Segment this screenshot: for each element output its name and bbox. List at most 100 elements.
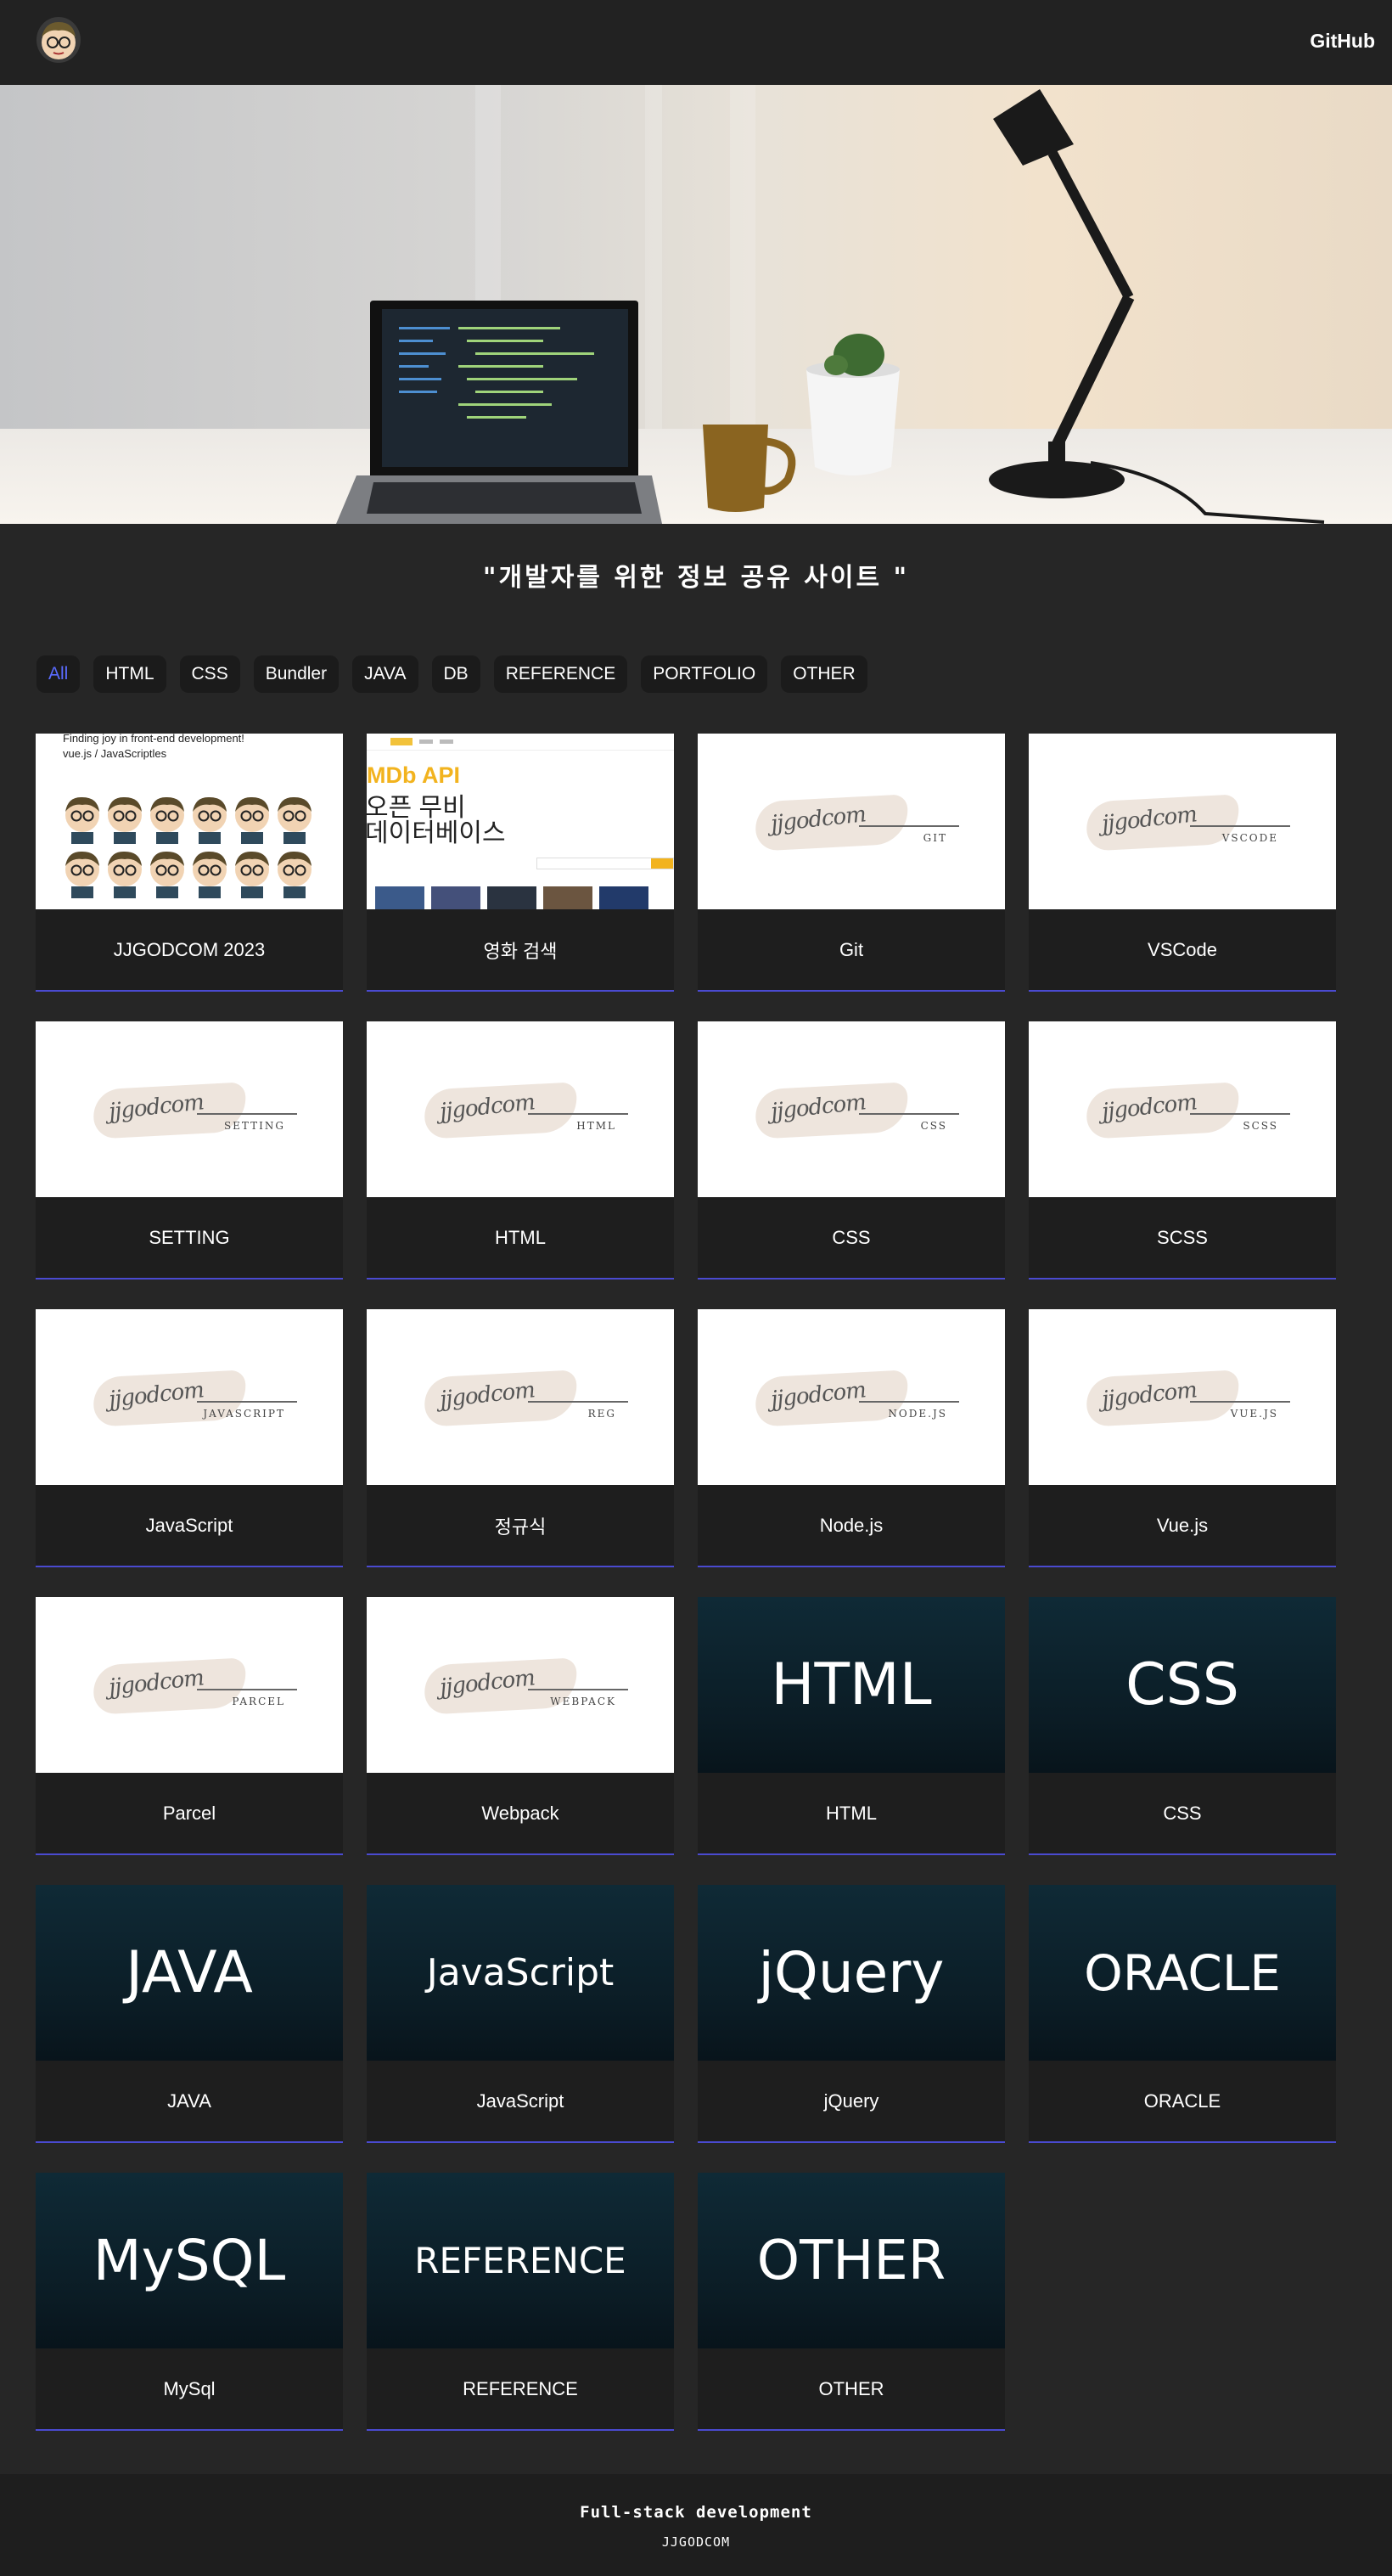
- card-title: HTML: [367, 1197, 674, 1280]
- signature-logo: jjgodcom JAVASCRIPT: [36, 1309, 343, 1485]
- footer-slogan: Full-stack development: [580, 2503, 812, 2522]
- thumbnail-big-text: CSS: [1125, 1651, 1239, 1718]
- thumbnail-heading: Finding joy in front-end development!: [63, 734, 244, 745]
- project-card[interactable]: jjgodcom GIT Git: [698, 734, 1005, 992]
- thumbnail-big-text: HTML: [771, 1651, 932, 1718]
- footer-brand: JJGODCOM: [661, 2534, 731, 2550]
- card-thumbnail: REFERENCE: [367, 2173, 674, 2348]
- project-card[interactable]: jjgodcom PARCEL Parcel: [36, 1597, 343, 1855]
- filter-java[interactable]: JAVA: [352, 655, 418, 693]
- signature-label: PARCEL: [232, 1696, 285, 1707]
- card-title: ORACLE: [1029, 2061, 1336, 2143]
- site-tagline: "개발자를 위한 정보 공유 사이트 ": [482, 563, 910, 593]
- project-card[interactable]: jjgodcom JAVASCRIPT JavaScript: [36, 1309, 343, 1567]
- card-title: OTHER: [698, 2348, 1005, 2431]
- thumbnail-big-text: OTHER: [756, 2229, 946, 2292]
- filter-all[interactable]: All: [36, 655, 81, 693]
- signature-label: REG: [587, 1408, 616, 1420]
- card-thumbnail: OTHER: [698, 2173, 1005, 2348]
- thumbnail-navbar: [367, 734, 674, 751]
- card-thumbnail: MDb API 오픈 무비 데이터베이스: [367, 734, 674, 909]
- card-thumbnail: jjgodcom VUE.JS: [1029, 1309, 1336, 1485]
- filter-db[interactable]: DB: [431, 655, 480, 693]
- project-card[interactable]: jQuery jQuery: [698, 1885, 1005, 2143]
- card-title: CSS: [1029, 1773, 1336, 1855]
- signature-label: HTML: [576, 1120, 616, 1132]
- project-card[interactable]: Finding joy in front-end development! vu…: [36, 734, 343, 992]
- card-thumbnail: jjgodcom CSS: [698, 1021, 1005, 1197]
- project-card[interactable]: MySQL MySql: [36, 2173, 343, 2431]
- project-card[interactable]: REFERENCE REFERENCE: [367, 2173, 674, 2431]
- avatar-logo[interactable]: [36, 17, 81, 63]
- signature-logo: jjgodcom PARCEL: [36, 1597, 343, 1773]
- signature-label: SCSS: [1243, 1120, 1278, 1132]
- card-thumbnail: JavaScript: [367, 1885, 674, 2061]
- card-title: JJGODCOM 2023: [36, 909, 343, 992]
- project-card[interactable]: HTML HTML: [698, 1597, 1005, 1855]
- project-card[interactable]: jjgodcom CSS CSS: [698, 1021, 1005, 1280]
- signature-label: VSCODE: [1221, 832, 1278, 844]
- signature-logo: jjgodcom CSS: [698, 1021, 1005, 1197]
- card-thumbnail: jjgodcom VSCODE: [1029, 734, 1336, 909]
- thumbnail-heading: MDb API: [367, 762, 460, 788]
- project-card[interactable]: jjgodcom VUE.JS Vue.js: [1029, 1309, 1336, 1567]
- thumbnail-big-text: MySQL: [93, 2228, 286, 2293]
- signature-logo: jjgodcom SCSS: [1029, 1021, 1336, 1197]
- project-card[interactable]: jjgodcom REG 정규식: [367, 1309, 674, 1567]
- card-thumbnail: JAVA: [36, 1885, 343, 2061]
- project-card[interactable]: jjgodcom HTML HTML: [367, 1021, 674, 1280]
- project-card[interactable]: CSS CSS: [1029, 1597, 1336, 1855]
- filter-css[interactable]: CSS: [179, 655, 240, 693]
- thumbnail-big-text: JavaScript: [426, 1951, 615, 1994]
- project-card[interactable]: jjgodcom WEBPACK Webpack: [367, 1597, 674, 1855]
- signature-logo: jjgodcom VSCODE: [1029, 734, 1336, 909]
- project-card[interactable]: ORACLE ORACLE: [1029, 1885, 1336, 2143]
- project-card[interactable]: jjgodcom SCSS SCSS: [1029, 1021, 1336, 1280]
- card-thumbnail: jjgodcom REG: [367, 1309, 674, 1485]
- project-card[interactable]: jjgodcom SETTING SETTING: [36, 1021, 343, 1280]
- card-title: 정규식: [367, 1485, 674, 1567]
- thumbnail-big-text: REFERENCE: [414, 2240, 626, 2281]
- signature-label: WEBPACK: [550, 1696, 616, 1707]
- github-link[interactable]: GitHub: [1310, 30, 1375, 53]
- top-navbar: GitHub: [0, 0, 1392, 85]
- filter-other[interactable]: OTHER: [781, 655, 867, 693]
- card-title: JAVA: [36, 2061, 343, 2143]
- project-card[interactable]: jjgodcom NODE.JS Node.js: [698, 1309, 1005, 1567]
- card-title: 영화 검색: [367, 909, 674, 992]
- signature-logo: jjgodcom GIT: [698, 734, 1005, 909]
- filter-reference[interactable]: REFERENCE: [493, 655, 628, 693]
- project-card[interactable]: OTHER OTHER: [698, 2173, 1005, 2431]
- thumbnail-search-row: [536, 858, 674, 869]
- filter-portfolio[interactable]: PORTFOLIO: [641, 655, 768, 693]
- card-thumbnail: ORACLE: [1029, 1885, 1336, 2061]
- thumbnail-poster-row: [375, 886, 648, 909]
- filter-html[interactable]: HTML: [93, 655, 166, 693]
- filter-bundler[interactable]: Bundler: [253, 655, 340, 693]
- card-title: REFERENCE: [367, 2348, 674, 2431]
- signature-label: JAVASCRIPT: [203, 1408, 285, 1420]
- card-thumbnail: HTML: [698, 1597, 1005, 1773]
- category-filter-bar: All HTML CSS Bundler JAVA DB REFERENCE P…: [36, 655, 867, 693]
- card-title: Parcel: [36, 1773, 343, 1855]
- signature-logo: jjgodcom WEBPACK: [367, 1597, 674, 1773]
- card-title: HTML: [698, 1773, 1005, 1855]
- project-card[interactable]: MDb API 오픈 무비 데이터베이스 영화 검색: [367, 734, 674, 992]
- project-card[interactable]: JAVA JAVA: [36, 1885, 343, 2143]
- thumbnail-title-line2: 데이터베이스: [367, 819, 506, 847]
- signature-logo: jjgodcom VUE.JS: [1029, 1309, 1336, 1485]
- card-thumbnail: Finding joy in front-end development! vu…: [36, 734, 343, 909]
- character-illustration-grid: [61, 795, 316, 898]
- hero-banner-image: [0, 85, 1392, 524]
- card-thumbnail: jjgodcom WEBPACK: [367, 1597, 674, 1773]
- card-thumbnail: MySQL: [36, 2173, 343, 2348]
- thumbnail-big-text: jQuery: [758, 1940, 945, 2005]
- signature-label: SETTING: [223, 1120, 285, 1132]
- card-thumbnail: jjgodcom NODE.JS: [698, 1309, 1005, 1485]
- card-thumbnail: jjgodcom JAVASCRIPT: [36, 1309, 343, 1485]
- signature-label: VUE.JS: [1230, 1408, 1278, 1420]
- signature-label: CSS: [920, 1120, 947, 1132]
- project-card[interactable]: jjgodcom VSCODE VSCode: [1029, 734, 1336, 992]
- project-card[interactable]: JavaScript JavaScript: [367, 1885, 674, 2143]
- card-title: JavaScript: [367, 2061, 674, 2143]
